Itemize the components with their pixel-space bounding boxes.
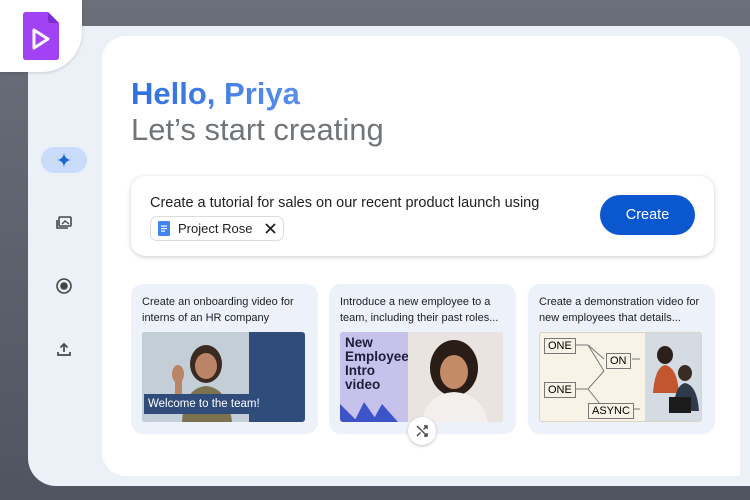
close-icon[interactable] (265, 223, 276, 234)
vids-logo-icon (23, 12, 59, 60)
thumbnail-caption: New Employee Intro video (345, 335, 409, 392)
template-card-onboarding[interactable]: Create an onboarding video for interns o… (131, 284, 318, 434)
triangle-decoration (340, 402, 398, 422)
upload-icon (57, 342, 71, 356)
sidebar-item-sparkle[interactable] (41, 147, 87, 173)
template-thumbnail: ONE ON ONE ASYNC (539, 332, 702, 422)
sparkle-icon (57, 153, 71, 167)
sidebar-item-library[interactable] (41, 210, 87, 236)
greeting-subtitle: Let’s start creating (131, 112, 384, 147)
record-icon (56, 278, 72, 294)
diagram-label: ON (606, 353, 631, 369)
template-card-new-employee[interactable]: Introduce a new employee to a team, incl… (329, 284, 516, 445)
sidebar-item-upload[interactable] (41, 336, 87, 362)
sidebar-item-record[interactable] (41, 273, 87, 299)
file-chip[interactable]: Project Rose (150, 216, 284, 241)
template-description: Create a demonstration video for new emp… (539, 296, 700, 324)
create-button[interactable]: Create (600, 195, 695, 235)
people-at-computer-image (645, 333, 701, 421)
greeting-title: Hello, Priya (131, 76, 300, 111)
template-card-demonstration[interactable]: Create a demonstration video for new emp… (528, 284, 715, 434)
docs-file-icon (158, 221, 170, 236)
diagram-label: ONE (544, 338, 576, 354)
prompt-input[interactable]: Create a tutorial for sales on our recen… (150, 195, 539, 211)
template-thumbnail: Welcome to the team! (142, 332, 305, 422)
template-description: Create an onboarding video for interns o… (142, 296, 294, 324)
template-thumbnail: New Employee Intro video (340, 332, 503, 422)
person-smiling-image (408, 332, 503, 422)
template-description: Introduce a new employee to a team, incl… (340, 296, 499, 324)
shuffle-button[interactable] (408, 417, 436, 445)
prompt-card: Create a tutorial for sales on our recen… (131, 176, 714, 256)
shuffle-icon (416, 425, 428, 437)
diagram-label: ONE (544, 382, 576, 398)
media-library-icon (56, 216, 72, 229)
diagram-label: ASYNC (588, 403, 634, 419)
file-chip-label: Project Rose (178, 221, 253, 236)
thumbnail-caption: Welcome to the team! (144, 394, 303, 414)
